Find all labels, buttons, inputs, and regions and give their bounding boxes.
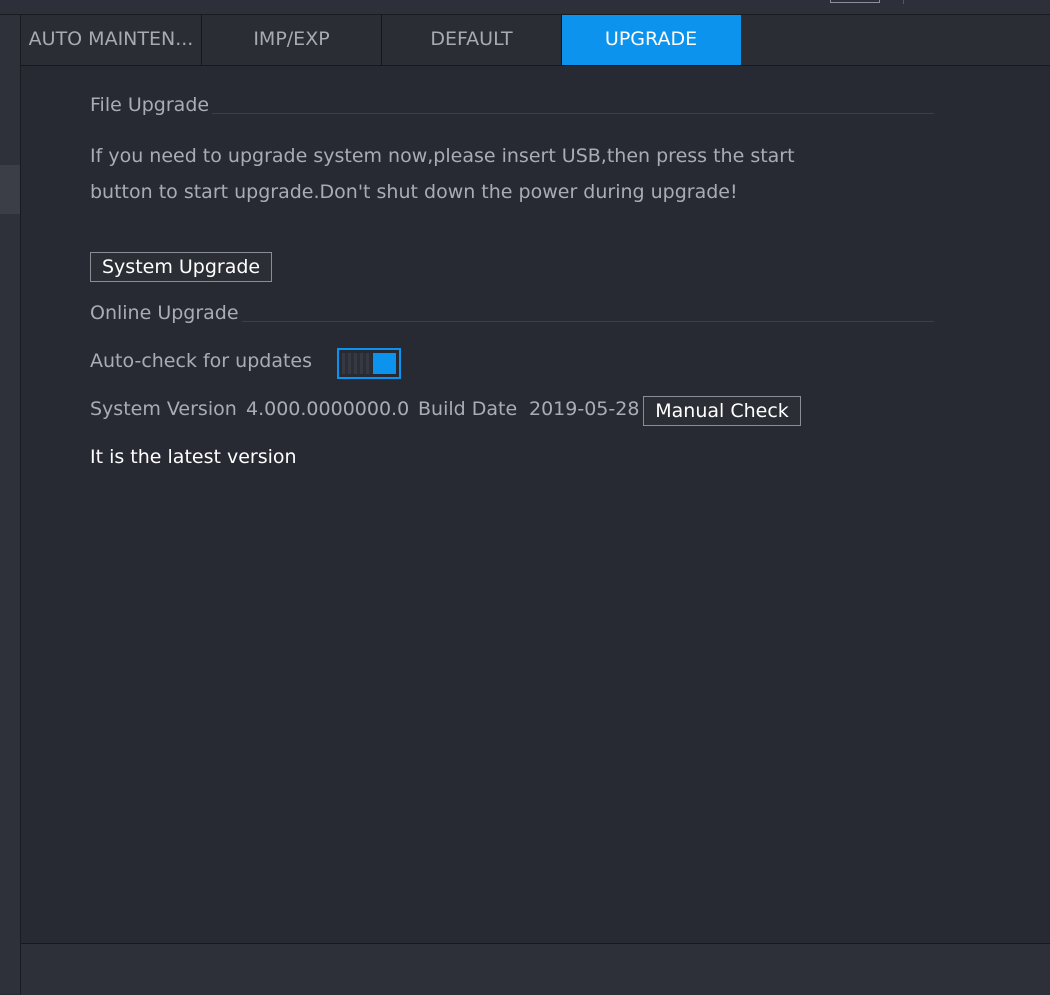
top-bar <box>0 0 1050 15</box>
online-upgrade-divider <box>242 321 934 322</box>
upgrade-panel: File Upgrade If you need to upgrade syst… <box>21 66 1050 943</box>
build-date-label: Build Date <box>418 398 518 420</box>
toggle-knob <box>373 353 396 374</box>
tab-imp-exp[interactable]: IMP/EXP <box>202 15 382 65</box>
system-version-label: System Version <box>90 398 237 420</box>
tab-upgrade[interactable]: UPGRADE <box>562 15 741 65</box>
file-upgrade-description: If you need to upgrade system now,please… <box>90 138 830 210</box>
toggle-track <box>342 353 372 374</box>
top-bar-control[interactable] <box>830 0 880 3</box>
auto-check-label: Auto-check for updates <box>90 350 312 372</box>
online-upgrade-heading: Online Upgrade <box>90 302 239 324</box>
manual-check-button[interactable]: Manual Check <box>643 396 801 426</box>
tab-auto-maintenance[interactable]: AUTO MAINTEN... <box>21 15 202 65</box>
sidebar-active-item[interactable] <box>0 165 20 214</box>
update-status-text: It is the latest version <box>90 446 297 468</box>
top-bar-divider <box>903 0 904 4</box>
footer-bar <box>21 943 1050 995</box>
tab-default[interactable]: DEFAULT <box>382 15 562 65</box>
description-line-1: If you need to upgrade system now,please… <box>90 145 795 167</box>
system-version-value: 4.000.0000000.0 <box>246 398 410 420</box>
description-line-2: button to start upgrade.Don't shut down … <box>90 181 738 203</box>
build-date-value: 2019-05-28 <box>529 398 640 420</box>
left-sidebar <box>0 15 21 994</box>
auto-check-toggle[interactable] <box>337 348 401 379</box>
tab-bar: AUTO MAINTEN... IMP/EXP DEFAULT UPGRADE <box>21 15 1050 66</box>
file-upgrade-divider <box>212 113 934 114</box>
system-upgrade-button[interactable]: System Upgrade <box>90 252 273 282</box>
file-upgrade-heading: File Upgrade <box>90 94 210 116</box>
